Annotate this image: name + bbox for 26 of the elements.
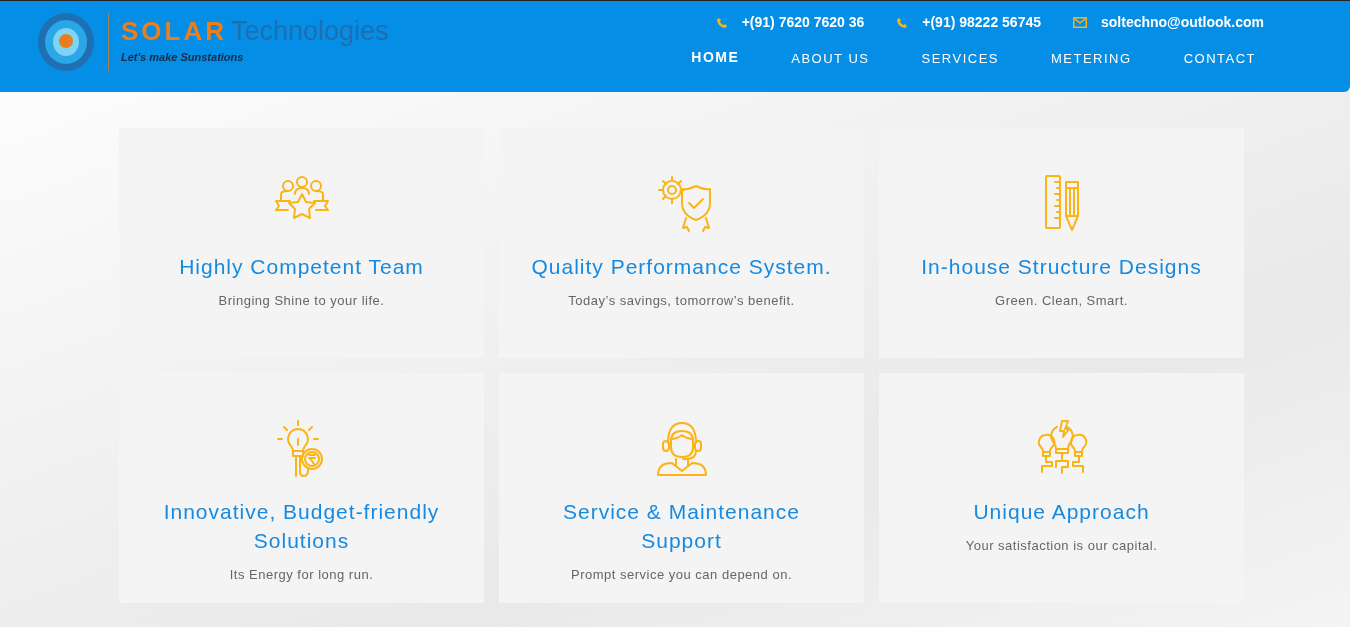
feature-title: Innovative, Budget-friendly Solutions <box>162 499 441 554</box>
feature-description: Bringing Shine to your life. <box>218 292 385 310</box>
feature-description: Today’s savings, tomorrow’s benefit. <box>568 292 795 310</box>
nav-link[interactable]: CONTACT <box>1169 45 1270 73</box>
logo-brand-text: SOLAR <box>121 18 227 45</box>
feature-description: Prompt service you can depend on. <box>571 566 792 584</box>
nav-link[interactable]: METERING <box>1037 45 1146 73</box>
envelope-icon <box>1073 17 1087 28</box>
nav-link[interactable]: ABOUT US <box>777 45 884 73</box>
nav-link[interactable]: SERVICES <box>907 45 1013 73</box>
nav-link[interactable]: HOME <box>677 43 754 73</box>
feature-description: Its Energy for long run. <box>229 566 374 584</box>
phone-number: +(91) 98222 56745 <box>922 13 1041 32</box>
feature-title: Unique Approach <box>972 499 1151 525</box>
feature-title: In-house Structure Designs <box>920 254 1203 280</box>
phone-icon <box>715 16 728 29</box>
phone-icon <box>896 16 909 29</box>
feature-title: Service & Maintenance Support <box>562 499 801 554</box>
feature-description: Green. Clean, Smart. <box>995 292 1128 310</box>
phone-number: +(91) 7620 7620 36 <box>741 13 865 32</box>
feature-title: Quality Performance System. <box>530 254 833 280</box>
logo-icon <box>36 11 96 73</box>
feature-description: Your satisfaction is our capital. <box>965 537 1158 555</box>
feature-title: Highly Competent Team <box>178 254 425 280</box>
email-address: soltechno@outlook.com <box>1101 13 1264 32</box>
logo-tagline: Let's make Sunstations <box>121 50 245 66</box>
